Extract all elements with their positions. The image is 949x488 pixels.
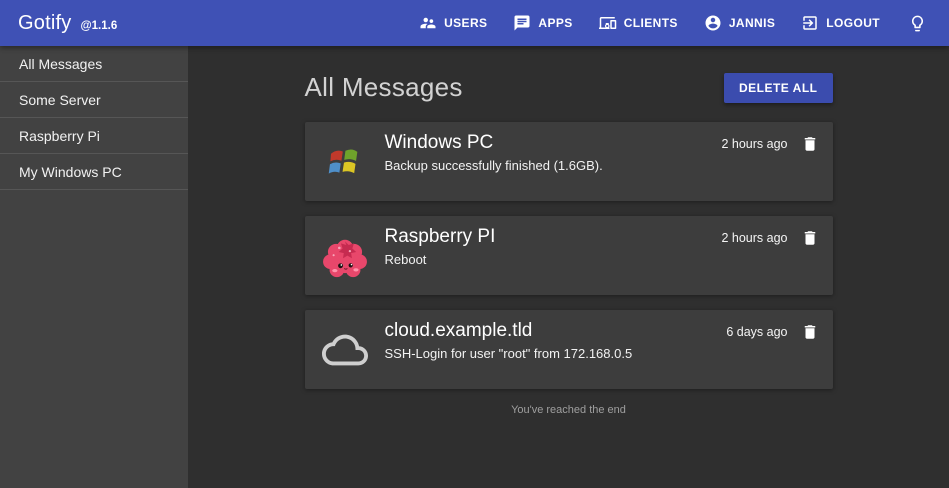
message-title: Windows PC — [385, 132, 603, 154]
message-card: Raspberry PI Reboot 2 hours ago — [305, 216, 833, 295]
nav-users-button[interactable]: USERS — [409, 6, 497, 40]
raspberry-icon — [317, 230, 373, 282]
message-card: Windows PC Backup successfully finished … — [305, 122, 833, 201]
brand: Gotify @1.1.6 — [18, 12, 117, 35]
sidebar: All Messages Some Server Raspberry Pi My… — [0, 46, 188, 488]
nav-username-label: JANNIS — [729, 16, 775, 30]
app-version: @1.1.6 — [80, 20, 117, 32]
nav-logout-button[interactable]: LOGOUT — [791, 6, 890, 40]
sidebar-item-label: My Windows PC — [19, 164, 122, 180]
title-row: All Messages DELETE ALL — [305, 72, 833, 103]
devices-icon — [599, 14, 617, 32]
users-icon — [419, 14, 437, 32]
sidebar-item-label: Some Server — [19, 92, 101, 108]
sidebar-item-some-server[interactable]: Some Server — [0, 82, 188, 118]
trash-icon — [801, 135, 819, 153]
delete-message-button[interactable] — [799, 227, 821, 249]
message-timestamp: 6 days ago — [726, 325, 787, 339]
cloud-icon — [317, 327, 373, 373]
message-timestamp: 2 hours ago — [721, 231, 787, 245]
message-title: Raspberry PI — [385, 226, 496, 248]
main-content: All Messages DELETE ALL Windows PC Backu… — [188, 46, 949, 488]
sidebar-item-my-windows-pc[interactable]: My Windows PC — [0, 154, 188, 190]
theme-toggle-button[interactable] — [896, 8, 935, 39]
app-title: Gotify — [18, 12, 71, 35]
message-card: cloud.example.tld SSH-Login for user "ro… — [305, 310, 833, 389]
nav-clients-button[interactable]: CLIENTS — [589, 6, 688, 40]
delete-all-button[interactable]: DELETE ALL — [724, 73, 833, 103]
nav-users-label: USERS — [444, 16, 487, 30]
delete-message-button[interactable] — [799, 321, 821, 343]
message-body: SSH-Login for user "root" from 172.168.0… — [385, 346, 633, 361]
sidebar-item-all-messages[interactable]: All Messages — [0, 46, 188, 82]
message-title: cloud.example.tld — [385, 320, 633, 342]
header-nav: USERS APPS CLIENTS JANNIS LOGOUT — [409, 6, 935, 40]
nav-logout-label: LOGOUT — [826, 16, 880, 30]
nav-apps-button[interactable]: APPS — [503, 6, 582, 40]
chat-icon — [513, 14, 531, 32]
sidebar-item-label: Raspberry Pi — [19, 128, 100, 144]
logout-icon — [801, 14, 819, 32]
message-body: Reboot — [385, 252, 496, 267]
message-timestamp: 2 hours ago — [721, 137, 787, 151]
message-body: Backup successfully finished (1.6GB). — [385, 158, 603, 173]
end-of-list-text: You've reached the end — [305, 404, 833, 416]
account-circle-icon — [704, 14, 722, 32]
nav-clients-label: CLIENTS — [624, 16, 678, 30]
trash-icon — [801, 229, 819, 247]
page-title: All Messages — [305, 72, 463, 103]
lightbulb-icon — [908, 14, 927, 33]
windows-logo-icon — [317, 141, 373, 183]
nav-apps-label: APPS — [538, 16, 572, 30]
nav-user-account-button[interactable]: JANNIS — [694, 6, 785, 40]
sidebar-item-label: All Messages — [19, 56, 102, 72]
sidebar-item-raspberry-pi[interactable]: Raspberry Pi — [0, 118, 188, 154]
delete-message-button[interactable] — [799, 133, 821, 155]
trash-icon — [801, 323, 819, 341]
message-list: Windows PC Backup successfully finished … — [305, 122, 833, 389]
app-header: Gotify @1.1.6 USERS APPS CLIENTS JANNIS — [0, 0, 949, 46]
